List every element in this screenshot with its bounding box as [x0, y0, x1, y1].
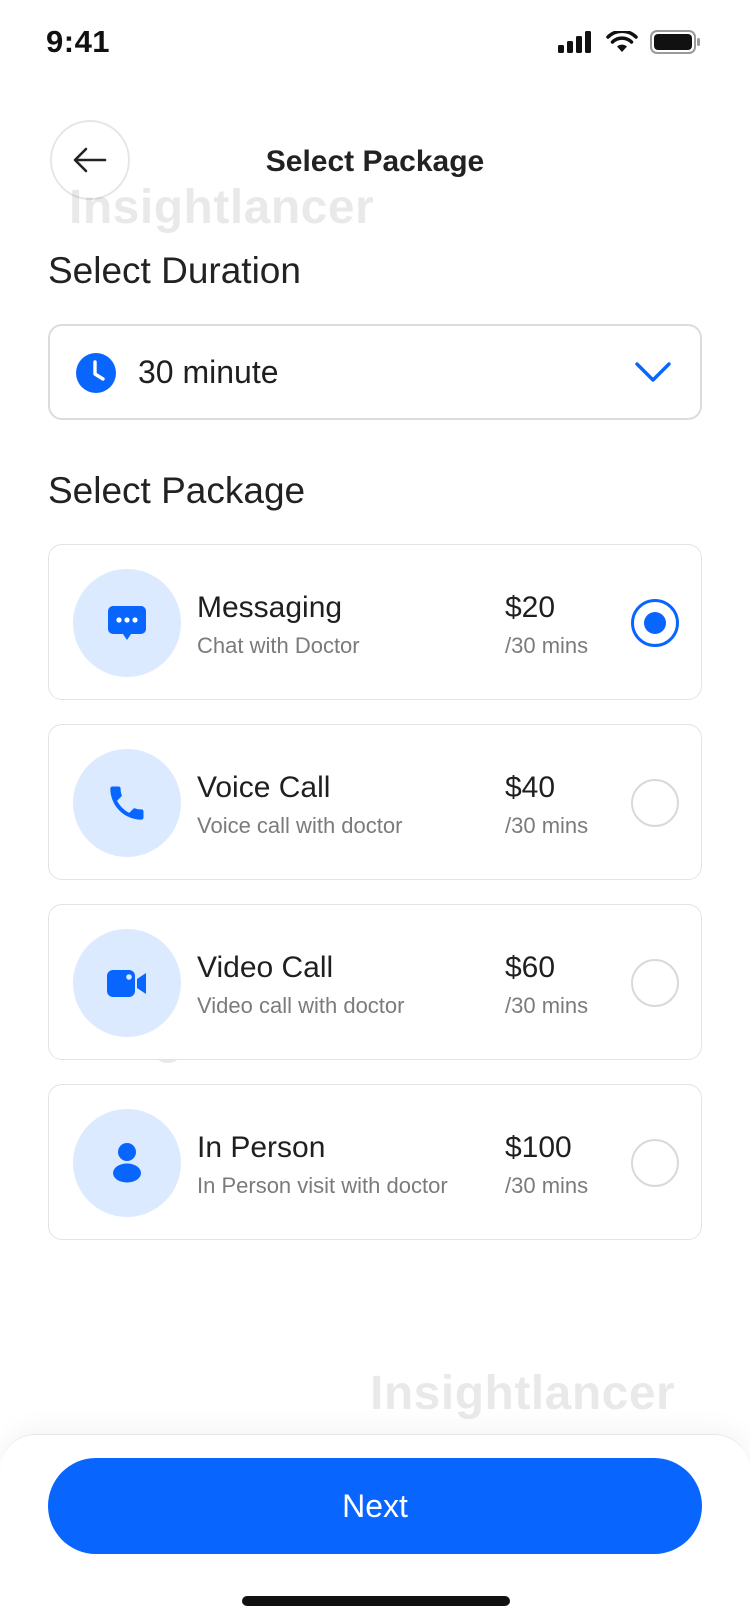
package-description: Video call with doctor: [197, 993, 405, 1018]
package-avatar: [73, 569, 181, 677]
wifi-icon: [606, 31, 638, 52]
phone-icon: [110, 786, 144, 820]
package-card-video-call[interactable]: Video Call Video call with doctor $60 /3…: [48, 904, 702, 1060]
status-icons: [558, 30, 702, 54]
package-name: Video Call: [197, 951, 334, 984]
package-duration-unit: /30 mins: [505, 1173, 589, 1198]
person-icon: [113, 1143, 141, 1183]
package-card-in-person[interactable]: In Person In Person visit with doctor $1…: [48, 1084, 702, 1240]
watermark: Insightlancer: [370, 1367, 676, 1420]
package-radio[interactable]: [631, 779, 679, 827]
package-duration-unit: /30 mins: [505, 993, 589, 1018]
select-duration-heading: Select Duration: [48, 250, 301, 291]
chevron-down-icon: [635, 362, 671, 382]
status-time: 9:41: [46, 24, 111, 59]
package-duration-unit: /30 mins: [505, 633, 589, 658]
duration-dropdown[interactable]: 30 minute: [48, 324, 702, 420]
chat-icon: [108, 606, 146, 640]
duration-value: 30 minute: [138, 354, 279, 390]
package-name: In Person: [197, 1131, 326, 1164]
package-radio[interactable]: [631, 599, 679, 647]
package-radio[interactable]: [631, 959, 679, 1007]
package-price: $20: [505, 591, 556, 624]
package-avatar: [73, 929, 181, 1037]
next-button[interactable]: Next: [48, 1458, 702, 1554]
package-name: Voice Call: [197, 771, 331, 804]
cellular-signal-icon: [558, 31, 591, 53]
package-description: Chat with Doctor: [197, 633, 360, 658]
battery-icon: [650, 30, 700, 54]
package-price: $100: [505, 1131, 572, 1164]
package-description: In Person visit with doctor: [197, 1173, 448, 1198]
clock-icon: [76, 353, 116, 393]
package-price: $40: [505, 771, 556, 804]
package-avatar: [73, 749, 181, 857]
status-bar: 9:41: [0, 0, 750, 90]
package-card-messaging[interactable]: Messaging Chat with Doctor $20 /30 mins: [48, 544, 702, 700]
package-description: Voice call with doctor: [197, 813, 403, 838]
package-card-voice-call[interactable]: Voice Call Voice call with doctor $40 /3…: [48, 724, 702, 880]
package-radio[interactable]: [631, 1139, 679, 1187]
package-price: $60: [505, 951, 556, 984]
video-camera-icon: [107, 970, 146, 997]
select-package-heading: Select Package: [48, 470, 306, 511]
page-title: Select Package: [265, 145, 485, 178]
package-name: Messaging: [197, 591, 343, 624]
package-avatar: [73, 1109, 181, 1217]
package-duration-unit: /30 mins: [505, 813, 589, 838]
home-indicator: [242, 1596, 510, 1606]
